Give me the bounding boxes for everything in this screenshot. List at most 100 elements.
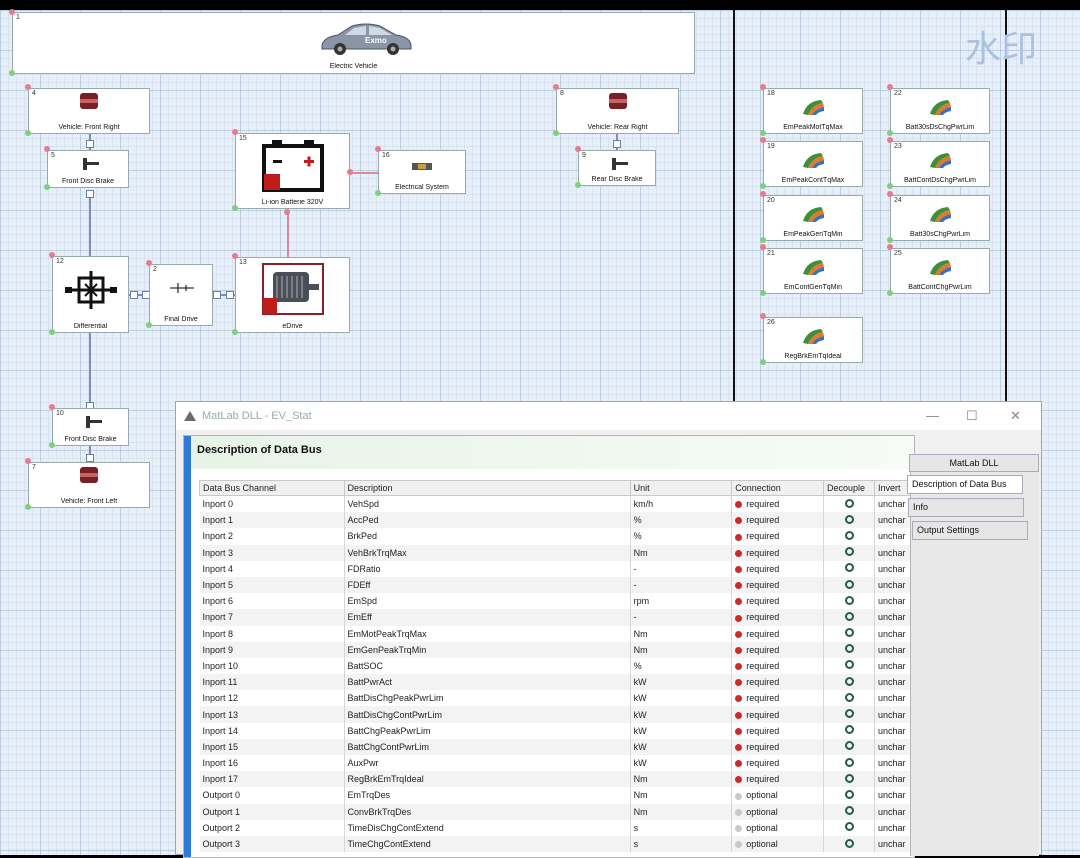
connection-cell[interactable]: required <box>731 722 825 739</box>
decouple-cell[interactable] <box>823 722 875 739</box>
connection-cell[interactable]: required <box>731 690 825 707</box>
decouple-cell[interactable] <box>823 674 875 691</box>
invert-cell[interactable]: unchar <box>874 787 915 804</box>
column-header[interactable]: Description <box>343 480 631 496</box>
logic-block[interactable]: 25 BattContChgPwrLim <box>890 248 990 294</box>
connection-cell[interactable]: required <box>731 576 825 594</box>
minimize-icon[interactable]: — <box>926 408 939 423</box>
decouple-cell[interactable] <box>823 819 875 836</box>
decouple-icon[interactable] <box>844 838 854 848</box>
front-disc-brake-left-block[interactable]: 10 Front Disc Brake <box>52 408 129 446</box>
vehicle-rear-right-block[interactable]: 8 Vehicle: Rear Right <box>556 88 679 134</box>
decouple-icon[interactable] <box>844 579 854 589</box>
connection-cell[interactable]: required <box>731 609 825 626</box>
table-row[interactable]: Outport 2 TimeDisChgContExtend s optional un… <box>199 819 915 836</box>
invert-cell[interactable]: unchar <box>874 690 915 707</box>
table-row[interactable]: Inport 3 VehBrkTrqMax Nm required unchar <box>199 544 915 561</box>
decouple-icon[interactable] <box>844 530 854 540</box>
vehicle-front-right-block[interactable]: 4 Vehicle: Front Right <box>28 88 150 134</box>
connection-cell[interactable]: required <box>731 738 825 755</box>
logic-block[interactable]: 21 EmContGenTqMin <box>763 248 863 294</box>
connection-cell[interactable]: required <box>731 528 825 545</box>
connection-cell[interactable]: required <box>731 641 825 658</box>
invert-cell[interactable]: unchar <box>874 755 915 772</box>
battery-block[interactable]: 15 Li-ion Batterie 320V <box>235 133 350 209</box>
connection-cell[interactable]: optional <box>731 835 825 853</box>
table-row[interactable]: Inport 12 BattDisChgPeakPwrLim kW required u… <box>199 690 915 707</box>
decouple-cell[interactable] <box>823 593 875 610</box>
decouple-cell[interactable] <box>823 803 875 820</box>
connection-cell[interactable]: optional <box>731 787 825 804</box>
decouple-cell[interactable] <box>823 495 875 513</box>
final-drive-block[interactable]: 2 Final Drive <box>149 264 213 326</box>
logic-block[interactable]: 26 RegBrkEmTqIdeal <box>763 317 863 363</box>
invert-cell[interactable]: unchar <box>874 657 915 675</box>
connection-cell[interactable]: optional <box>731 803 825 820</box>
vehicle-banner-block[interactable]: 1 Exmo Electric Vehicle <box>12 12 695 74</box>
decouple-icon[interactable] <box>844 660 854 670</box>
tab-matlab-dll[interactable]: MatLab DLL <box>909 454 1039 472</box>
table-row[interactable]: Inport 11 BattPwrAct kW required unchar <box>199 674 915 691</box>
decouple-icon[interactable] <box>844 709 854 719</box>
invert-cell[interactable]: unchar <box>874 528 915 545</box>
table-row[interactable]: Inport 0 VehSpd km/h required unchar <box>199 495 915 513</box>
decouple-icon[interactable] <box>844 806 854 816</box>
table-row[interactable]: Inport 8 EmMotPeakTrqMax Nm required unchar <box>199 625 915 642</box>
decouple-icon[interactable] <box>844 644 854 654</box>
decouple-cell[interactable] <box>823 835 875 853</box>
column-header[interactable]: Unit <box>629 480 733 496</box>
invert-cell[interactable]: unchar <box>874 674 915 691</box>
invert-cell[interactable]: unchar <box>874 722 915 739</box>
logic-block[interactable]: 22 Batt30sDsChgPwrLim <box>890 88 990 134</box>
invert-cell[interactable]: unchar <box>874 576 915 594</box>
decouple-cell[interactable] <box>823 560 875 577</box>
column-header[interactable]: Connection <box>731 480 825 496</box>
close-icon[interactable]: ✕ <box>1010 408 1021 424</box>
rear-disc-brake-block[interactable]: 9 Rear Disc Brake <box>578 150 656 186</box>
invert-cell[interactable]: unchar <box>874 835 915 853</box>
decouple-icon[interactable] <box>844 676 854 686</box>
connection-cell[interactable]: required <box>731 544 825 561</box>
table-row[interactable]: Inport 13 BattDisChgContPwrLim kW required u… <box>199 706 915 723</box>
decouple-icon[interactable] <box>844 514 854 524</box>
table-row[interactable]: Inport 9 EmGenPeakTrqMin Nm required unchar <box>199 641 915 658</box>
connection-cell[interactable]: required <box>731 771 825 788</box>
decouple-icon[interactable] <box>844 498 854 508</box>
column-header[interactable]: Decouple <box>823 480 875 496</box>
invert-cell[interactable]: unchar <box>874 803 915 820</box>
decouple-icon[interactable] <box>844 628 854 638</box>
decouple-cell[interactable] <box>823 771 875 788</box>
invert-cell[interactable]: unchar <box>874 544 915 561</box>
matlab-dll-dialog[interactable]: MatLab DLL - EV_Stat — ☐ ✕ Description o… <box>175 401 1042 858</box>
decouple-icon[interactable] <box>844 547 854 557</box>
table-row[interactable]: Inport 7 EmEff - required unchar <box>199 609 915 626</box>
table-row[interactable]: Inport 10 BattSOC% required unchar <box>199 657 915 675</box>
invert-cell[interactable]: unchar <box>874 706 915 723</box>
logic-block[interactable]: 18 EmPeakMotTqMax <box>763 88 863 134</box>
connection-cell[interactable]: required <box>731 512 825 529</box>
table-row[interactable]: Inport 6 EmSpd rpm required unchar <box>199 593 915 610</box>
invert-cell[interactable]: unchar <box>874 641 915 658</box>
connection-cell[interactable]: required <box>731 593 825 610</box>
logic-block[interactable]: 24 Batt30sChgPwrLim <box>890 195 990 241</box>
front-disc-brake-block[interactable]: 5 Front Disc Brake <box>47 150 129 188</box>
column-header[interactable]: Data Bus Channel <box>199 480 345 496</box>
table-row[interactable]: Outport 0 EmTrqDes Nm optional unchar <box>199 787 915 804</box>
table-row[interactable]: Inport 2 BrkPed% required unchar <box>199 528 915 545</box>
logic-block[interactable]: 20 EmPeakGenTqMin <box>763 195 863 241</box>
table-row[interactable]: Inport 15 BattChgContPwrLim kW required unch… <box>199 738 915 755</box>
logic-block[interactable]: 23 BattContDsChgPwrLim <box>890 141 990 187</box>
invert-cell[interactable]: unchar <box>874 625 915 642</box>
decouple-cell[interactable] <box>823 738 875 755</box>
table-row[interactable]: Outport 3 TimeChgContExtend s optional uncha… <box>199 835 915 853</box>
table-row[interactable]: Outport 1 ConvBrkTrqDes Nm optional unchar <box>199 803 915 820</box>
connection-cell[interactable]: optional <box>731 819 825 836</box>
decouple-cell[interactable] <box>823 512 875 529</box>
tab-description-of-data-bus[interactable]: Description of Data Bus <box>907 475 1023 494</box>
decouple-cell[interactable] <box>823 576 875 594</box>
decouple-icon[interactable] <box>844 611 854 621</box>
table-row[interactable]: Inport 1 AccPed% required unchar <box>199 512 915 529</box>
table-row[interactable]: Inport 14 BattChgPeakPwrLim kW required unch… <box>199 722 915 739</box>
connection-cell[interactable]: required <box>731 560 825 577</box>
invert-cell[interactable]: unchar <box>874 819 915 836</box>
